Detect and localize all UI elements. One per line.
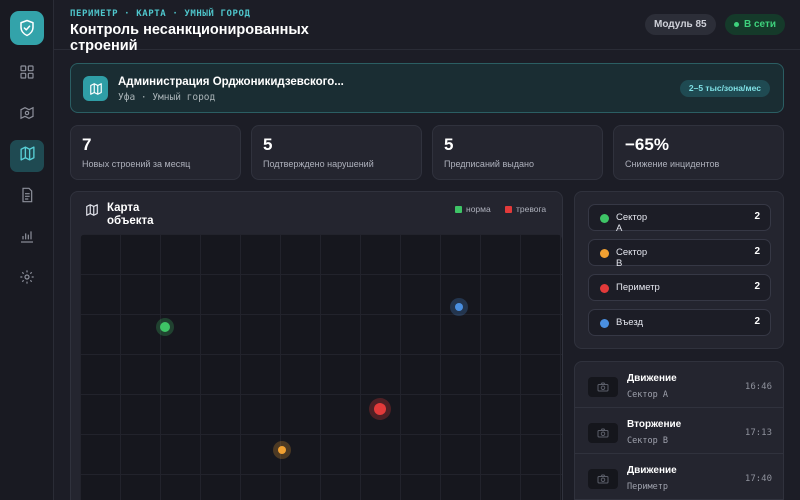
nav-analytics[interactable]: [10, 222, 44, 254]
stat-card-new-buildings: 7 Новых строений за месяц: [70, 125, 241, 180]
legend-alarm: тревога: [505, 204, 546, 214]
stat-card-confirmed-violations: 5 Подтверждено нарушений: [251, 125, 422, 180]
module-badge[interactable]: Модуль 85: [645, 14, 716, 35]
gear-icon: [19, 269, 35, 290]
organization-name: Администрация Орджоникидзевского...: [118, 76, 344, 88]
status-dot-icon: [600, 214, 609, 223]
bar-chart-icon: [19, 228, 35, 249]
status-dot-icon: [600, 249, 609, 258]
page-header: ПЕРИМЕТР · КАРТА · УМНЫЙ ГОРОД Контроль …: [54, 0, 800, 54]
event-location: Сектор А: [627, 390, 668, 400]
stat-value: −65%: [625, 135, 669, 154]
breadcrumb: ПЕРИМЕТР · КАРТА · УМНЫЙ ГОРОД: [70, 9, 251, 19]
event-location: Сектор В: [627, 436, 668, 446]
nav-settings[interactable]: [10, 263, 44, 295]
organization-banner[interactable]: Администрация Орджоникидзевского... Уфа …: [70, 63, 784, 113]
sector-row-entrance[interactable]: Въезд 2: [588, 309, 771, 336]
stat-label: Подтверждено нарушений: [263, 159, 374, 169]
event-title: Движение: [627, 373, 677, 384]
camera-thumbnail-icon: [588, 469, 618, 489]
event-title: Движение: [627, 465, 677, 476]
event-row[interactable]: Движение Периметр 17:40: [575, 454, 783, 500]
stat-value: 5: [444, 135, 454, 154]
legend-normal: норма: [455, 204, 491, 214]
online-status-label: В сети: [744, 19, 777, 30]
status-dot-icon: [600, 319, 609, 328]
legend-label: норма: [466, 204, 491, 214]
stat-card-orders-issued: 5 Предписаний выдано: [432, 125, 603, 180]
nav-map[interactable]: [10, 140, 44, 172]
map-card: Карта объекта норма тревога: [70, 191, 563, 500]
marker-green[interactable]: [156, 318, 174, 336]
online-dot-icon: [734, 22, 739, 27]
stat-card-incident-reduction: −65% Снижение инцидентов: [613, 125, 784, 180]
sector-count: 2: [754, 316, 760, 327]
shield-logo-icon[interactable]: [10, 11, 44, 45]
event-row[interactable]: Движение Сектор А 16:46: [575, 362, 783, 408]
sector-name: Въезд: [616, 317, 644, 328]
event-row[interactable]: Вторжение Сектор В 17:13: [575, 408, 783, 454]
page-title: Контроль несанкционированных строений: [70, 22, 309, 54]
map-title: Карта объекта: [107, 202, 154, 227]
camera-map-icon: [19, 105, 35, 126]
status-dot-icon: [600, 284, 609, 293]
stat-label: Снижение инцидентов: [625, 159, 720, 169]
dashboard-icon: [19, 64, 35, 85]
sector-count: 2: [754, 211, 760, 222]
nav-camera-map[interactable]: [10, 99, 44, 131]
sector-name: Периметр: [616, 282, 660, 293]
sector-row-a[interactable]: Сектор А 2: [588, 204, 771, 234]
sector-row-b[interactable]: Сектор В 2: [588, 239, 771, 269]
marker-blue-dot: [455, 303, 463, 311]
event-title: Вторжение: [627, 419, 682, 430]
sector-summary-card: Сектор А 2 Сектор В 2 Периметр 2 Въезд 2: [574, 191, 784, 349]
camera-thumbnail-icon: [588, 423, 618, 443]
sector-row-perimeter[interactable]: Периметр 2: [588, 274, 771, 301]
online-status-badge: В сети: [725, 14, 786, 35]
stat-value: 7: [82, 135, 92, 154]
event-time: 17:13: [744, 428, 772, 438]
sector-count: 2: [754, 281, 760, 292]
marker-orange[interactable]: [273, 441, 291, 459]
marker-red[interactable]: [369, 398, 391, 420]
camera-thumbnail-icon: [588, 377, 618, 397]
legend-label: тревога: [516, 204, 547, 214]
marker-blue[interactable]: [450, 298, 468, 316]
sidebar: [0, 0, 54, 500]
sector-name: Сектор А: [616, 212, 648, 234]
nav-documents[interactable]: [10, 181, 44, 213]
marker-orange-dot: [278, 446, 286, 454]
organization-location: Уфа · Умный город: [118, 92, 216, 103]
map-icon: [83, 76, 108, 101]
event-time: 17:40: [744, 474, 772, 484]
event-location: Периметр: [627, 482, 668, 492]
event-time: 16:46: [744, 382, 772, 392]
sector-count: 2: [754, 246, 760, 257]
marker-red-dot: [374, 403, 386, 415]
legend-swatch-red: [505, 205, 512, 213]
events-list-card: Движение Сектор А 16:46 Вторжение Сектор…: [574, 361, 784, 500]
sector-name: Сектор В: [616, 247, 648, 269]
nav-dashboard[interactable]: [10, 58, 44, 90]
stat-value: 5: [263, 135, 273, 154]
marker-green-dot: [160, 322, 170, 332]
pricing-pill: 2–5 тыс/зона/мес: [679, 80, 770, 97]
document-icon: [19, 187, 35, 208]
map-icon: [19, 145, 36, 167]
legend-swatch-green: [455, 205, 462, 213]
stat-label: Предписаний выдано: [444, 159, 534, 169]
stat-label: Новых строений за месяц: [82, 159, 191, 169]
map-canvas[interactable]: [80, 234, 562, 500]
map-icon: [85, 203, 99, 222]
